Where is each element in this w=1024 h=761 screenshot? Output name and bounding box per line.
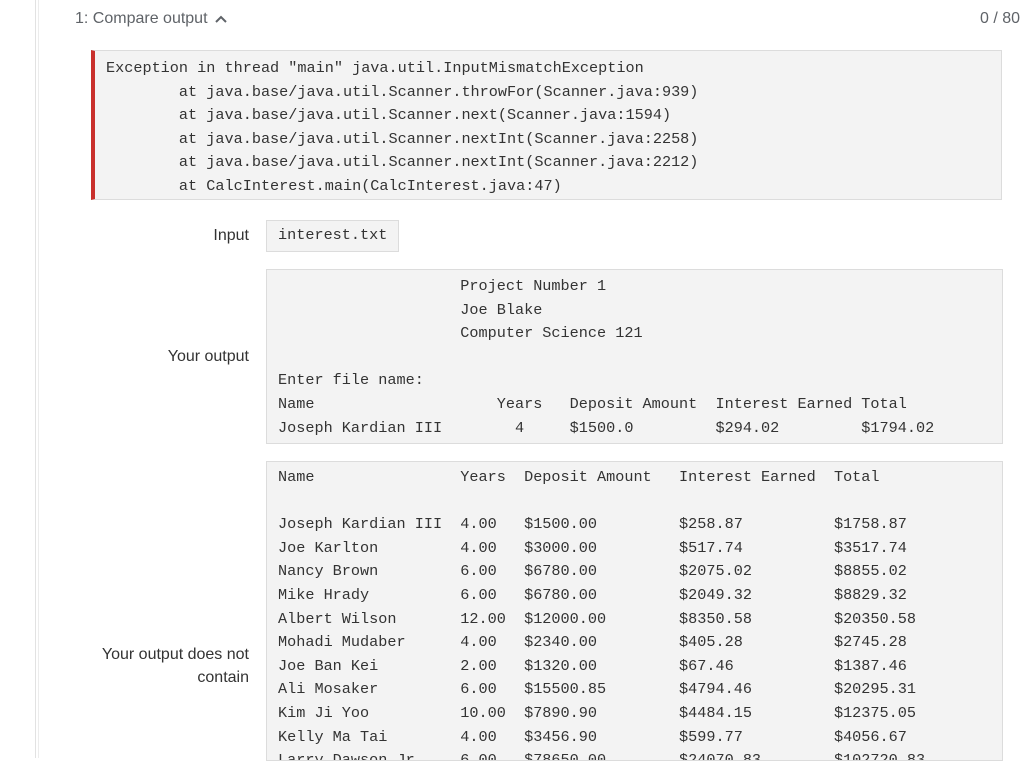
error-line: Exception in thread "main" java.util.Inp… [106, 59, 644, 77]
input-label: Input [213, 227, 249, 244]
expected-line [278, 490, 1002, 514]
error-line: at java.base/java.util.Scanner.throwFor(… [106, 82, 699, 101]
output-line: Joe Blake [278, 300, 543, 319]
your-output-text: Project Number 1 Joe Blake Computer Scie… [278, 275, 1002, 440]
expected-line: Joe Karlton 4.00 $3000.00 $517.74 $3517.… [278, 538, 907, 557]
expected-line: Kelly Ma Tai 4.00 $3456.90 $599.77 $4056… [278, 727, 907, 746]
left-divider [35, 0, 36, 758]
expected-line: Mohadi Mudaber 4.00 $2340.00 $405.28 $27… [278, 633, 907, 652]
error-line: at java.base/java.util.Scanner.nextInt(S… [106, 153, 699, 172]
your-output-label: Your output [167, 348, 249, 365]
test-score: 0 / 80 [979, 10, 1020, 27]
expected-line: Ali Mosaker 6.00 $15500.85 $4794.46 $202… [278, 680, 916, 699]
output-line: Computer Science 121 [278, 324, 643, 343]
expected-line: Albert Wilson 12.00 $12000.00 $8350.58 $… [278, 609, 916, 628]
error-line: at java.base/java.util.Scanner.nextInt(S… [106, 129, 699, 148]
expected-output-box: Name Years Deposit Amount Interest Earne… [266, 461, 1003, 761]
input-file-name: interest.txt [278, 226, 388, 245]
chevron-up-icon [214, 15, 227, 23]
expected-line: Nancy Brown 6.00 $6780.00 $2075.02 $8855… [278, 562, 907, 581]
expected-line: Kim Ji Yoo 10.00 $7890.90 $4484.15 $1237… [278, 703, 916, 722]
test-title: 1: Compare output [75, 10, 208, 27]
left-divider-inner [38, 0, 39, 758]
expected-line: Mike Hrady 6.00 $6780.00 $2049.32 $8829.… [278, 585, 907, 604]
expected-output-label: Your output does not contain [101, 646, 249, 686]
expected-line: Larry Dawson Jr 6.00 $78650.00 $24070.83… [278, 751, 926, 761]
test-header-toggle[interactable]: 1: Compare output [75, 10, 228, 28]
output-line: Project Number 1 [278, 277, 607, 295]
input-file-chip: interest.txt [266, 220, 400, 252]
output-line: Joseph Kardian III 4 $1500.0 $294.02 $17… [278, 418, 935, 437]
expected-line: Joseph Kardian III 4.00 $1500.00 $258.87… [278, 515, 907, 534]
error-text: Exception in thread "main" java.util.Inp… [106, 57, 1001, 199]
error-message-box: Exception in thread "main" java.util.Inp… [91, 50, 1002, 200]
error-line: at CalcInterest.main(CalcInterest.java:4… [106, 176, 562, 195]
expected-output-text: Name Years Deposit Amount Interest Earne… [278, 466, 1002, 761]
expected-line: Joe Ban Kei 2.00 $1320.00 $67.46 $1387.4… [278, 656, 907, 675]
expected-line: Name Years Deposit Amount Interest Earne… [278, 468, 880, 486]
output-line: Name Years Deposit Amount Interest Earne… [278, 394, 907, 413]
output-line: Enter file name: [278, 371, 424, 390]
error-line: at java.base/java.util.Scanner.next(Scan… [106, 106, 672, 125]
your-output-box: Project Number 1 Joe Blake Computer Scie… [266, 269, 1003, 444]
